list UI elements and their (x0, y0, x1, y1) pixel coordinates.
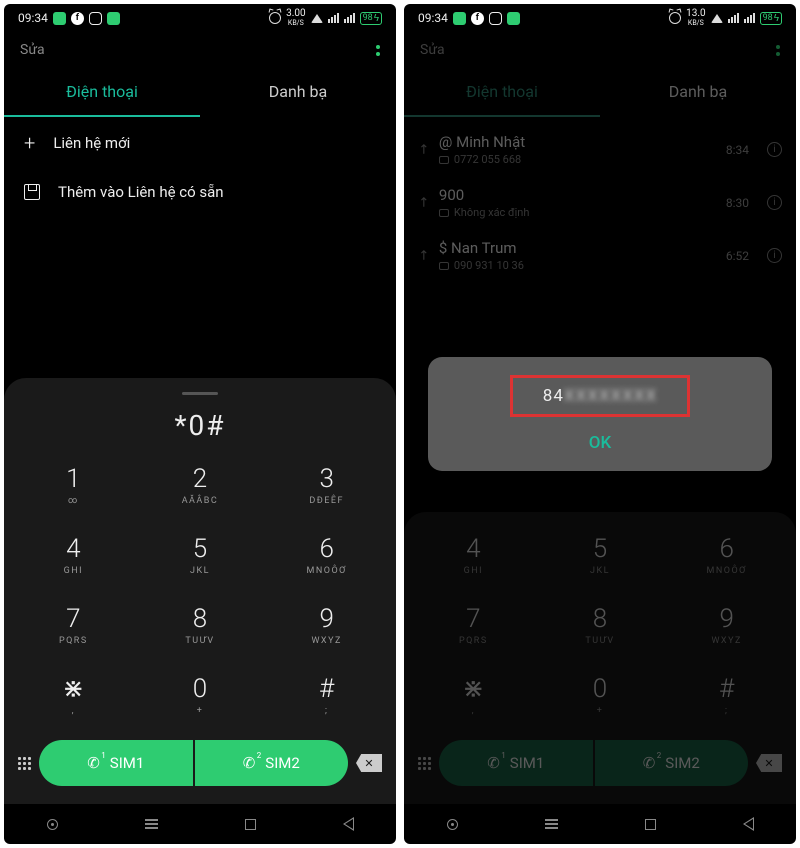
key-8[interactable]: 8 TUƯV (139, 592, 262, 658)
sim1-label: SIM1 (110, 754, 145, 772)
app-icon (107, 12, 120, 25)
battery-icon: 98 (360, 12, 382, 25)
key-1[interactable]: 1∞ (12, 452, 135, 518)
dialog-backdrop: 84XXXXXXXX OK (404, 4, 796, 844)
navbar (4, 804, 396, 844)
key-num: 9 (265, 604, 388, 634)
keypad: 1∞2AĂÂBC3DĐEÊF4GHI5JKL6MNOÔƠ7PQRS8TUƯV9W… (12, 452, 388, 728)
phone-icon: ✆2 (243, 754, 256, 772)
key-num: ⋇ (12, 674, 135, 704)
key-num: 5 (139, 534, 262, 564)
signal-2-icon (344, 13, 355, 23)
key-num: 4 (12, 534, 135, 564)
key-num: 6 (265, 534, 388, 564)
add-existing-row[interactable]: Thêm vào Liên hệ có sẵn (4, 169, 396, 215)
dialog-number: 84XXXXXXXX (543, 386, 657, 406)
call-row: ✆1 SIM1 ✆2 SIM2 ✕ (12, 740, 388, 786)
drag-handle[interactable] (182, 392, 218, 395)
save-icon (24, 184, 40, 200)
key-5[interactable]: 5 JKL (139, 522, 262, 588)
dialer-panel: *0# 1∞2AĂÂBC3DĐEÊF4GHI5JKL6MNOÔƠ7PQRS8TU… (4, 378, 396, 804)
key-num: 0 (139, 674, 262, 704)
dialog-highlight-box: 84XXXXXXXX (510, 375, 690, 417)
dialog-ok-button[interactable]: OK (444, 433, 757, 453)
call-sim1-button[interactable]: ✆1 SIM1 (39, 740, 193, 786)
key-sub: ∞ (12, 496, 135, 506)
instagram-icon (89, 12, 102, 25)
result-dialog: 84XXXXXXXX OK (428, 357, 773, 471)
phone-icon: ✆1 (87, 754, 100, 772)
key-#[interactable]: #; (265, 662, 388, 728)
key-num: 8 (139, 604, 262, 634)
key-4[interactable]: 4 GHI (12, 522, 135, 588)
nav-recent-icon[interactable] (47, 819, 58, 830)
plus-icon: + (24, 131, 35, 155)
status-bar: 09:34 f 3.00KB/S 98 (4, 4, 396, 32)
facebook-icon: f (71, 12, 84, 25)
key-sub: ; (265, 706, 388, 716)
sim2-label: SIM2 (265, 754, 300, 772)
key-3[interactable]: 3 DĐEÊF (265, 452, 388, 518)
nav-menu-icon[interactable] (145, 819, 158, 829)
edit-link[interactable]: Sửa (20, 42, 45, 58)
key-num: # (265, 674, 388, 704)
new-contact-row[interactable]: + Liên hệ mới (4, 117, 396, 169)
key-9[interactable]: 9 WXYZ (265, 592, 388, 658)
key-sub: WXYZ (265, 636, 388, 646)
number-display: *0# (12, 409, 388, 442)
key-sub: , (12, 706, 135, 716)
backspace-button[interactable]: ✕ (356, 754, 382, 772)
key-2[interactable]: 2 AĂÂBC (139, 452, 262, 518)
tabs: Điện thoại Danh bạ (4, 68, 396, 117)
wifi-icon (311, 14, 323, 23)
net-speed: 3.00KB/S (286, 9, 306, 28)
call-sim2-button[interactable]: ✆2 SIM2 (195, 740, 349, 786)
alarm-icon (269, 12, 281, 24)
new-contact-label: Liên hệ mới (53, 134, 130, 152)
key-num: 1 (12, 464, 135, 494)
nav-home-icon[interactable] (245, 819, 256, 830)
key-num: 7 (12, 604, 135, 634)
key-sub: GHI (12, 566, 135, 576)
key-sub: AĂÂBC (139, 496, 262, 506)
key-0[interactable]: 0+ (139, 662, 262, 728)
key-⋇[interactable]: ⋇, (12, 662, 135, 728)
key-sub: TUƯV (139, 636, 262, 646)
key-sub: JKL (139, 566, 262, 576)
phone-right: 09:34 f 13.0KB/S 98 Sửa Điện thoại Danh … (404, 4, 796, 844)
notif-icon (53, 12, 66, 25)
nav-back-icon[interactable] (343, 817, 353, 831)
key-num: 3 (265, 464, 388, 494)
tab-phone[interactable]: Điện thoại (4, 68, 200, 117)
add-existing-label: Thêm vào Liên hệ có sẵn (58, 183, 224, 201)
key-sub: + (139, 706, 262, 716)
key-6[interactable]: 6 MNOÔƠ (265, 522, 388, 588)
more-menu-icon[interactable] (376, 45, 380, 56)
keypad-toggle-icon[interactable] (18, 757, 31, 770)
app-header: Sửa (4, 32, 396, 62)
key-sub: DĐEÊF (265, 496, 388, 506)
tab-contacts[interactable]: Danh bạ (200, 68, 396, 117)
key-sub: MNOÔƠ (265, 566, 388, 576)
key-7[interactable]: 7 PQRS (12, 592, 135, 658)
key-num: 2 (139, 464, 262, 494)
key-sub: PQRS (12, 636, 135, 646)
status-time: 09:34 (18, 11, 48, 25)
phone-left: 09:34 f 3.00KB/S 98 Sửa Điện thoại Danh … (4, 4, 396, 844)
signal-1-icon (328, 13, 339, 23)
